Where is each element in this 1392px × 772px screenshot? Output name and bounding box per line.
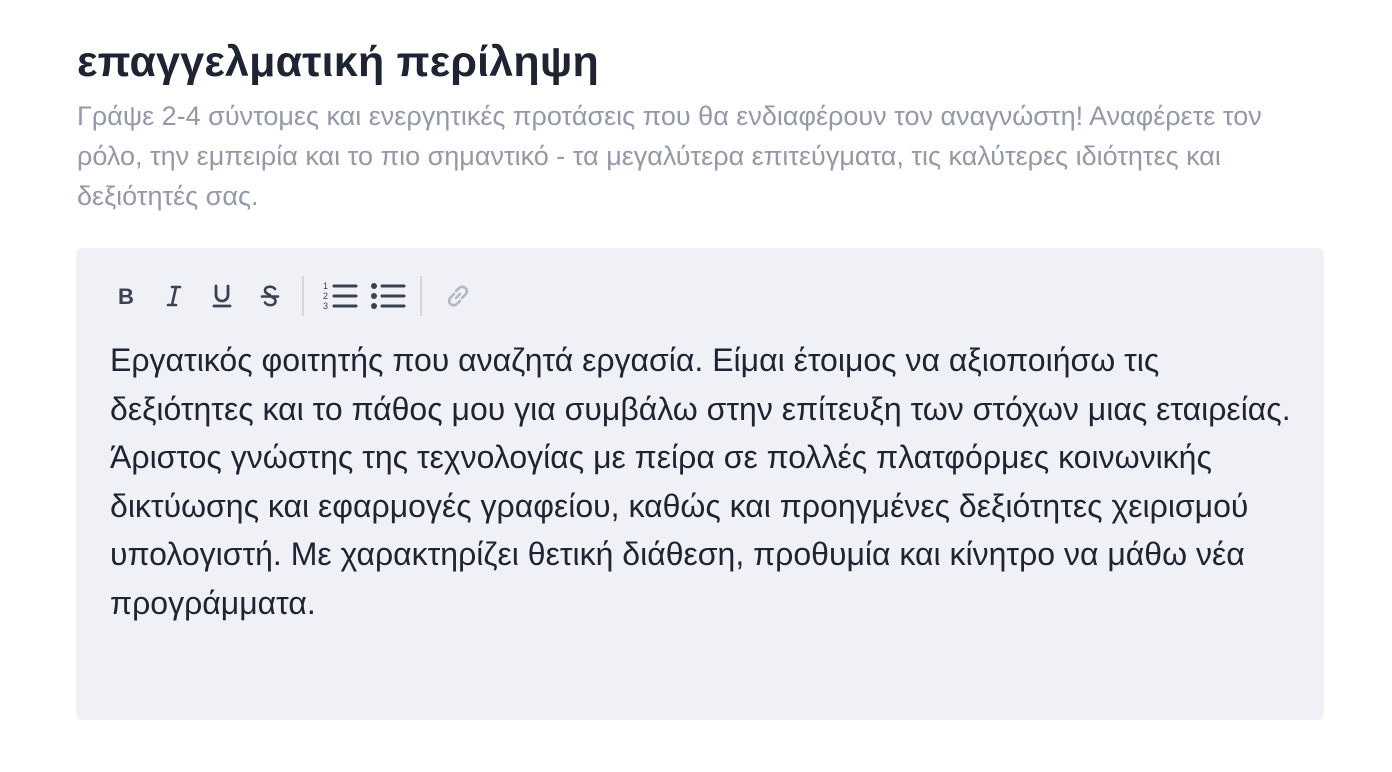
underline-icon xyxy=(212,284,232,308)
bold-button[interactable]: B xyxy=(106,276,146,316)
toolbar-divider xyxy=(420,276,422,316)
underline-button[interactable] xyxy=(202,276,242,316)
bullet-list-button[interactable] xyxy=(368,276,408,316)
section-hint: Γράψε 2-4 σύντομες και ενεργητικές προτά… xyxy=(77,101,1262,211)
strikethrough-button[interactable] xyxy=(250,276,290,316)
ordered-list-button[interactable]: 123 xyxy=(320,276,360,316)
svg-text:3: 3 xyxy=(323,301,328,311)
italic-icon xyxy=(165,285,183,307)
section-title: επαγγελματική περίληψη xyxy=(77,38,599,86)
bold-icon: B xyxy=(116,285,136,307)
svg-text:2: 2 xyxy=(323,291,328,301)
link-button[interactable] xyxy=(438,276,478,316)
link-icon xyxy=(443,281,473,311)
toolbar-divider xyxy=(302,276,304,316)
svg-text:B: B xyxy=(118,285,134,307)
bullet-list-icon xyxy=(370,280,406,312)
strikethrough-icon xyxy=(260,284,280,308)
summary-text-area[interactable]: Εργατικός φοιτητής που αναζητά εργασία. … xyxy=(110,336,1300,627)
svg-text:1: 1 xyxy=(323,281,328,291)
ordered-list-icon: 123 xyxy=(322,280,358,312)
editor-toolbar: B 123 xyxy=(106,276,486,316)
rich-text-editor: B 123 Εργατικός φοιτητής που αναζητά εργ… xyxy=(76,248,1324,720)
italic-button[interactable] xyxy=(154,276,194,316)
professional-summary-section: επαγγελματική περίληψη Γράψε 2-4 σύντομε… xyxy=(0,0,1392,772)
